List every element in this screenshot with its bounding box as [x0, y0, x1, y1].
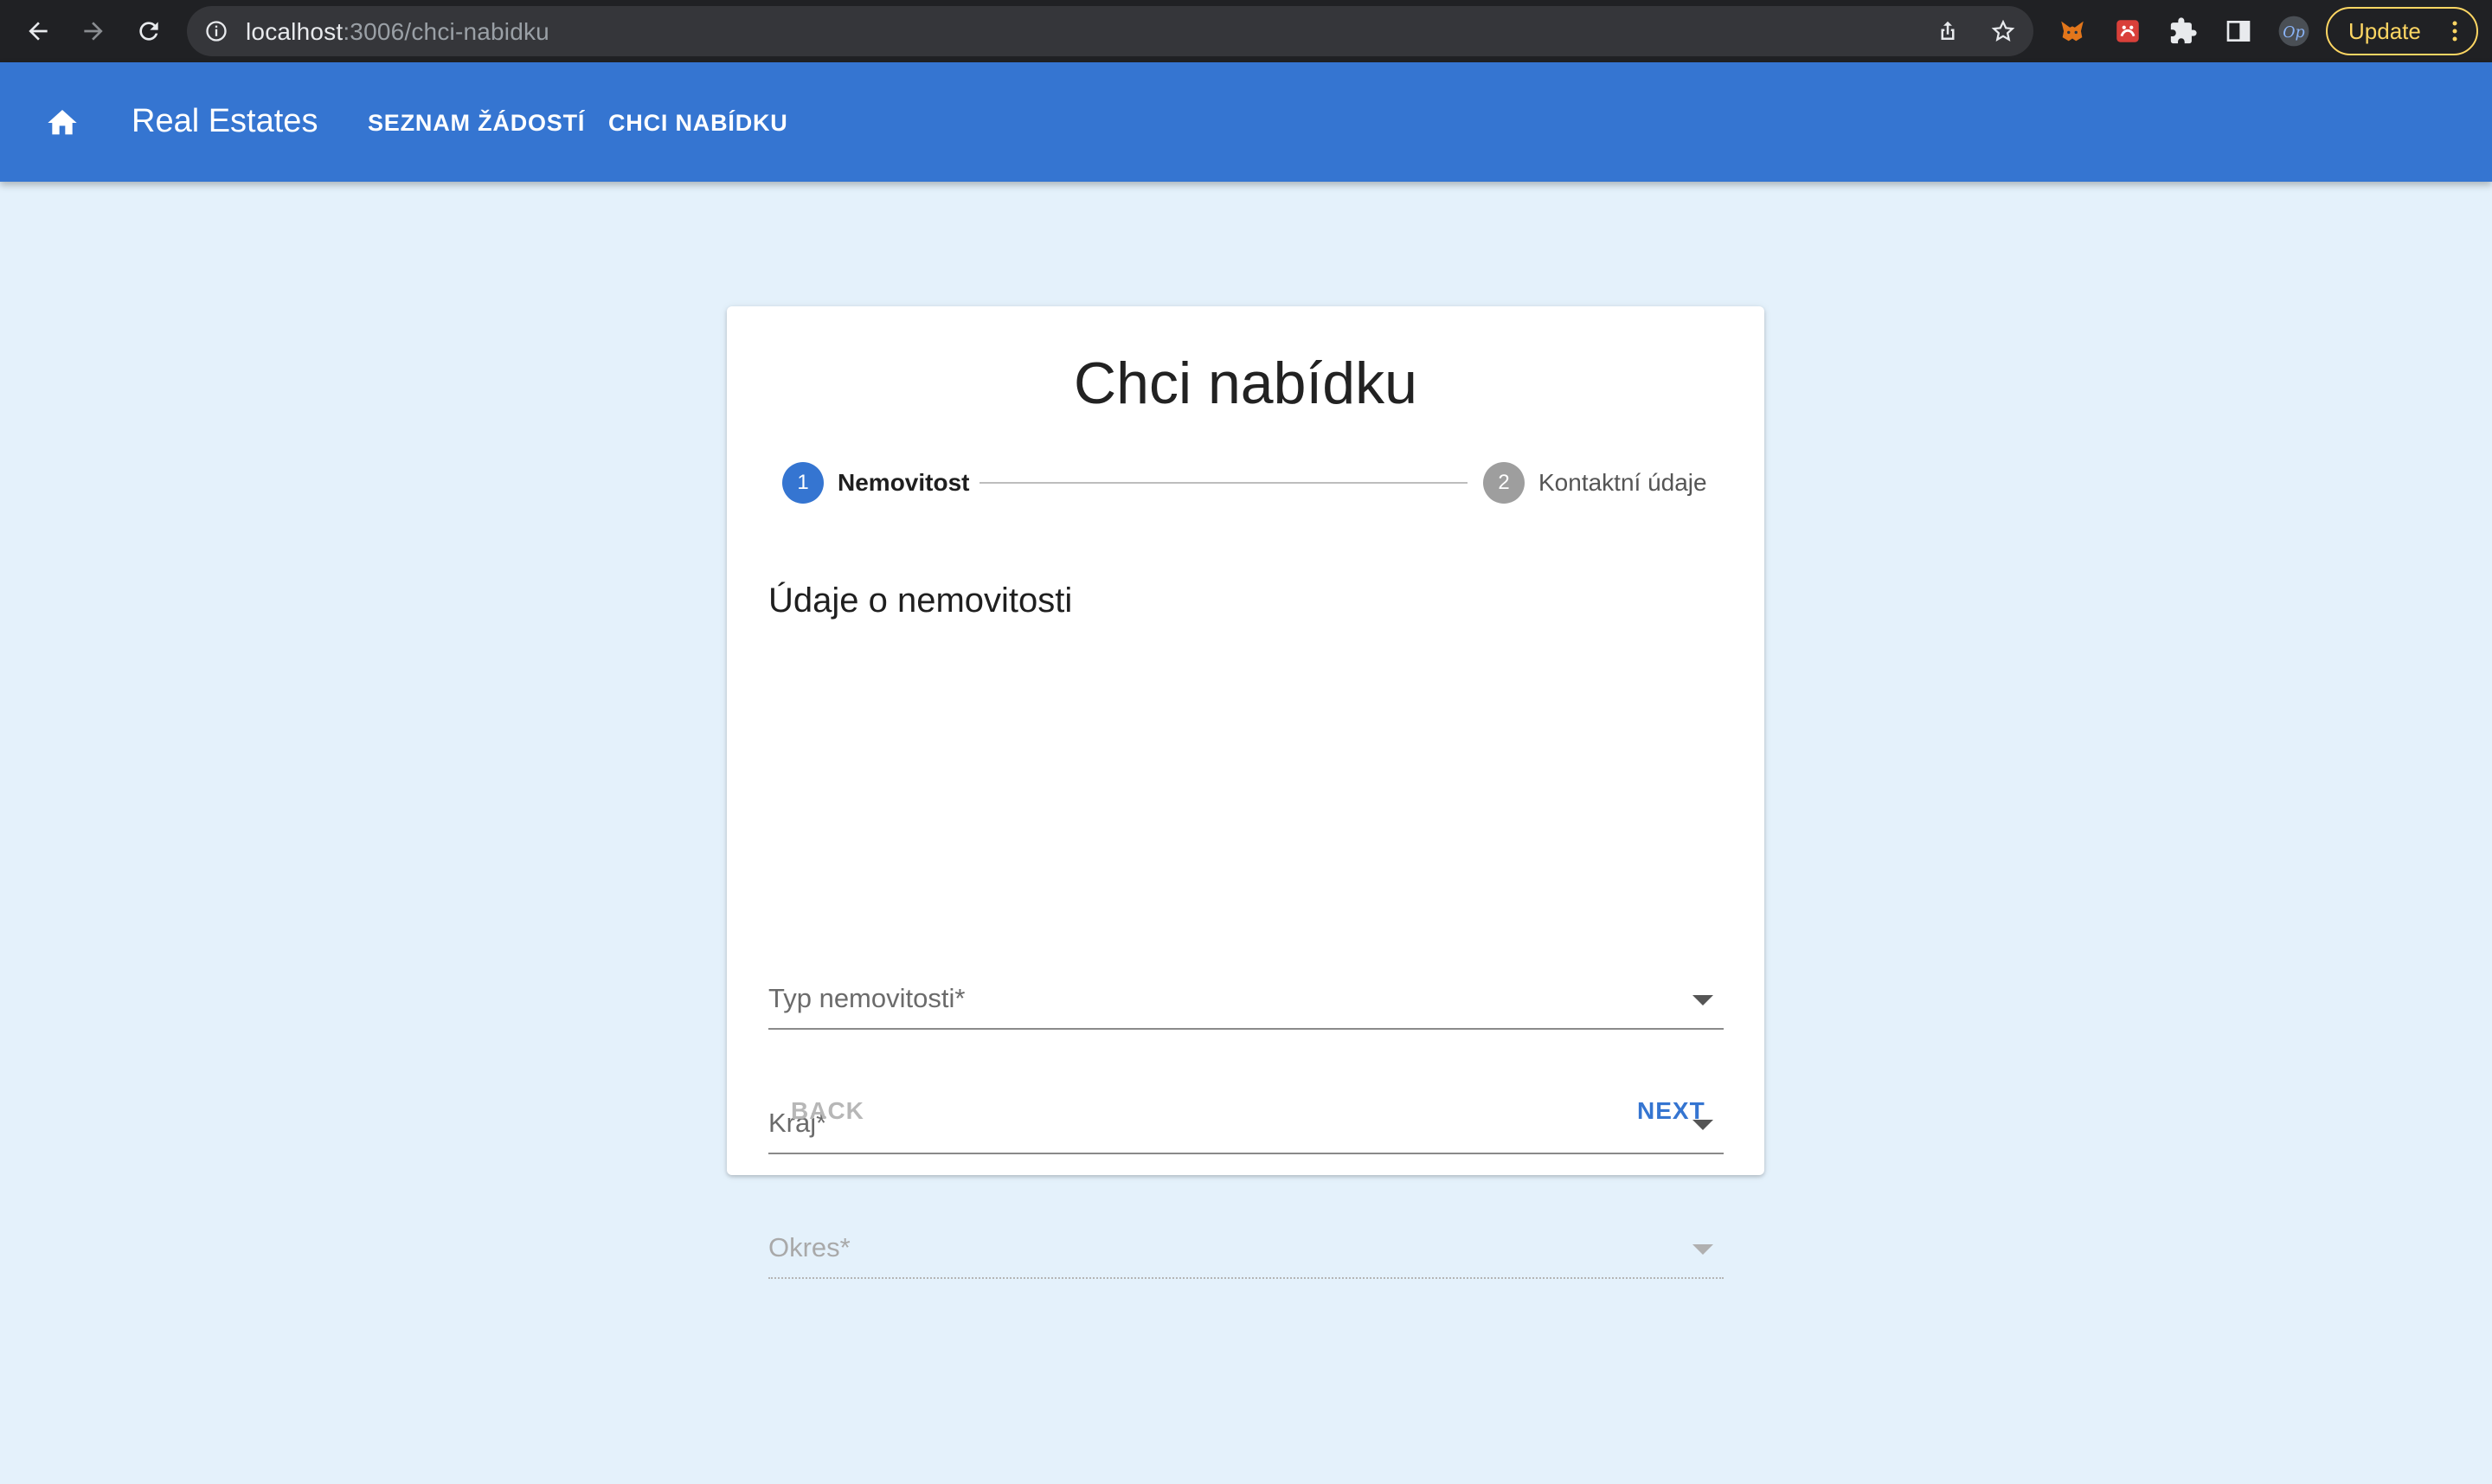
offer-request-card: Chci nabídku 1 Nemovitost 2 Kontaktní úd…	[727, 306, 1764, 1279]
dropdown-arrow-icon	[1692, 1244, 1713, 1255]
field-underline	[768, 1028, 1724, 1030]
stepper-connector	[979, 482, 1468, 484]
step-1-indicator: 1	[782, 462, 824, 504]
profile-avatar-icon[interactable]: Op	[2277, 15, 2310, 48]
step-1-label: Nemovitost	[838, 469, 970, 496]
home-icon[interactable]	[45, 106, 80, 140]
nav-seznam-zadosti[interactable]: SEZNAM ŽÁDOSTÍ	[368, 110, 585, 137]
reload-icon[interactable]	[130, 12, 168, 50]
back-button: BACK	[791, 1097, 864, 1124]
field-underline	[768, 1153, 1724, 1154]
district-select: Okres*	[768, 1222, 1724, 1279]
property-type-label: Typ nemovitosti*	[768, 983, 966, 1013]
region-select[interactable]: Kraj*	[768, 1097, 1724, 1154]
step-2-label: Kontaktní údaje	[1538, 469, 1707, 496]
app-bar: Real Estates SEZNAM ŽÁDOSTÍ CHCI NABÍDKU	[0, 62, 2492, 182]
address-bar[interactable]: localhost:3006/chci-nabidku	[187, 6, 2033, 56]
url-text: localhost:3006/chci-nabidku	[246, 18, 549, 45]
back-arrow-icon[interactable]	[19, 12, 57, 50]
metamask-extension-icon[interactable]	[2056, 15, 2089, 48]
nav-chci-nabidku[interactable]: CHCI NABÍDKU	[608, 110, 788, 137]
share-icon[interactable]	[1935, 18, 1961, 44]
section-heading: Údaje o nemovitosti	[768, 581, 1073, 620]
bookmark-star-icon[interactable]	[1990, 18, 2016, 44]
forward-arrow-icon[interactable]	[74, 12, 112, 50]
app-brand[interactable]: Real Estates	[132, 103, 318, 140]
more-vert-icon	[2452, 21, 2457, 42]
svg-text:Op: Op	[2283, 24, 2304, 42]
browser-toolbar: localhost:3006/chci-nabidku Op Update	[0, 0, 2492, 62]
extensions-puzzle-icon[interactable]	[2167, 15, 2200, 48]
district-label: Okres*	[768, 1232, 851, 1262]
page-title: Chci nabídku	[1074, 350, 1417, 416]
dropdown-arrow-icon	[1692, 995, 1713, 1005]
side-panel-icon[interactable]	[2222, 15, 2255, 48]
red-extension-icon[interactable]	[2111, 15, 2144, 48]
property-type-select[interactable]: Typ nemovitosti*	[768, 973, 1724, 1030]
step-2-indicator: 2	[1483, 462, 1525, 504]
field-underline	[768, 1277, 1724, 1279]
next-button[interactable]: NEXT	[1615, 1087, 1728, 1135]
site-info-icon[interactable]	[204, 19, 228, 43]
update-button[interactable]: Update	[2326, 7, 2478, 55]
